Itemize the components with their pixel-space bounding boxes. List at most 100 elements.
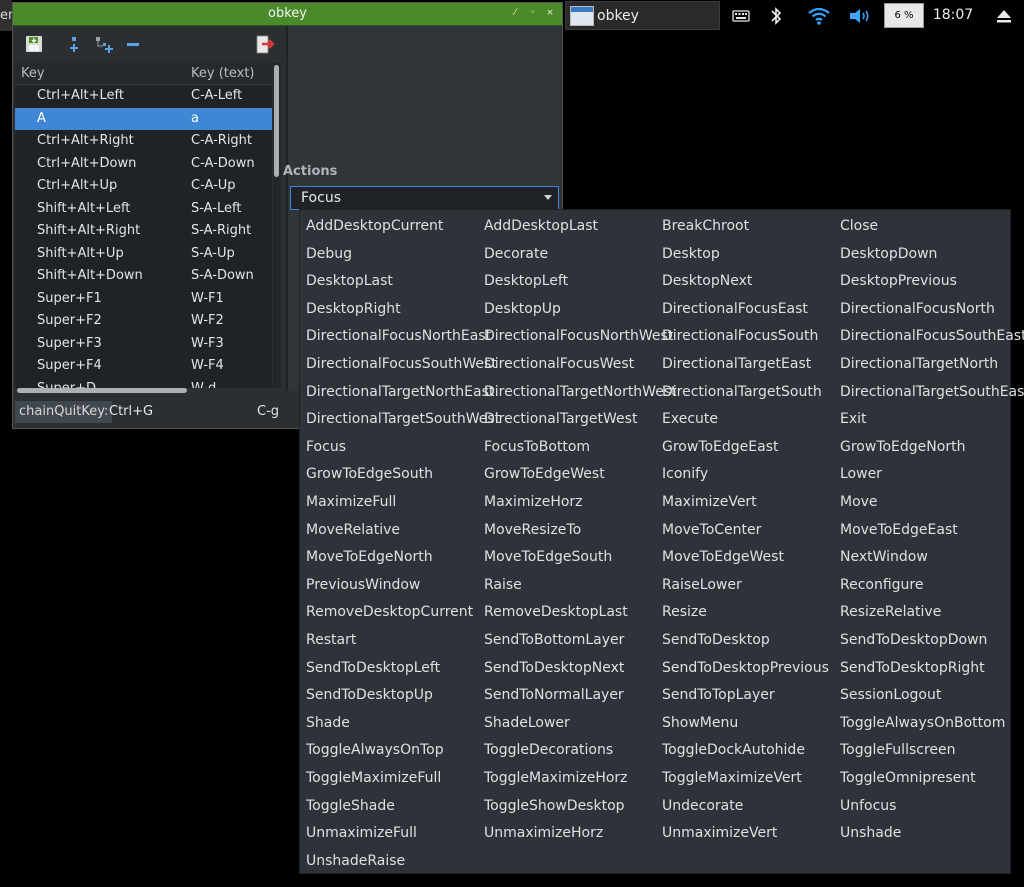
volume-icon[interactable] (846, 0, 874, 31)
dropdown-option[interactable]: Undecorate (662, 796, 743, 816)
chain-quit-key-value[interactable]: Ctrl+G (109, 401, 153, 423)
dropdown-option[interactable]: DirectionalFocusWest (484, 354, 634, 374)
table-row[interactable]: Ctrl+Alt+Down C-A-Down (15, 153, 272, 176)
dropdown-option[interactable]: DirectionalTargetNorth (840, 354, 998, 374)
dropdown-option[interactable]: Unfocus (840, 796, 896, 816)
table-row[interactable]: Shift+Alt+Down S-A-Down (15, 265, 272, 288)
dropdown-option[interactable]: GrowToEdgeEast (662, 437, 779, 457)
title-bar[interactable]: obkey ⁄ ◦ × (13, 3, 562, 26)
table-row[interactable]: Shift+Alt+Left S-A-Left (15, 198, 272, 221)
column-header-key[interactable]: Key (21, 63, 45, 84)
dropdown-option[interactable]: UnmaximizeHorz (484, 823, 603, 843)
save-icon[interactable] (24, 34, 44, 54)
table-row[interactable]: Ctrl+Alt+Up C-A-Up (15, 175, 272, 198)
dropdown-option[interactable]: DesktopUp (484, 299, 561, 319)
dropdown-option[interactable]: Execute (662, 409, 718, 429)
dropdown-option[interactable]: AddDesktopLast (484, 216, 598, 236)
dropdown-option[interactable]: Debug (306, 244, 352, 264)
dropdown-option[interactable]: SendToDesktopNext (484, 658, 624, 678)
cpu-monitor[interactable]: 6 % (884, 3, 924, 28)
table-row[interactable]: Super+F3 W-F3 (15, 333, 272, 356)
dropdown-option[interactable]: DirectionalFocusSouthEast (840, 326, 1024, 346)
dropdown-option[interactable]: ToggleFullscreen (840, 740, 956, 760)
dropdown-option[interactable]: Iconify (662, 464, 708, 484)
table-row[interactable]: Super+F1 W-F1 (15, 288, 272, 311)
dropdown-option[interactable]: ToggleMaximizeVert (662, 768, 802, 788)
dropdown-option[interactable]: ToggleOmnipresent (840, 768, 976, 788)
dropdown-option[interactable]: Exit (840, 409, 867, 429)
dropdown-option[interactable]: SendToDesktopLeft (306, 658, 440, 678)
scrollbar-thumb[interactable] (274, 65, 279, 177)
dropdown-option[interactable]: ToggleMaximizeHorz (484, 768, 628, 788)
dropdown-option[interactable]: GrowToEdgeSouth (306, 464, 433, 484)
panel-window-stub[interactable]: eni (0, 0, 12, 31)
chain-quit-key-text[interactable]: C-g (257, 401, 279, 423)
horizontal-scrollbar[interactable] (17, 388, 187, 393)
table-row[interactable]: Super+F4 W-F4 (15, 355, 272, 378)
dropdown-option[interactable]: SendToDesktopPrevious (662, 658, 829, 678)
dropdown-option[interactable]: MoveToEdgeNorth (306, 547, 433, 567)
dropdown-option[interactable]: SendToTopLayer (662, 685, 775, 705)
dropdown-option[interactable]: DesktopDown (840, 244, 937, 264)
table-row[interactable]: Aa (15, 107, 272, 130)
dropdown-option[interactable]: RemoveDesktopCurrent (306, 602, 473, 622)
dropdown-option[interactable]: DesktopPrevious (840, 271, 957, 291)
dropdown-option[interactable]: ToggleMaximizeFull (306, 768, 441, 788)
dropdown-option[interactable]: MaximizeHorz (484, 492, 583, 512)
dropdown-option[interactable]: ToggleShowDesktop (484, 796, 625, 816)
pane-separator[interactable] (286, 26, 288, 391)
table-row[interactable]: Shift+Alt+Up S-A-Up (15, 243, 272, 266)
dropdown-option[interactable]: Unshade (840, 823, 901, 843)
dropdown-option[interactable]: ToggleAlwaysOnBottom (840, 713, 1005, 733)
table-row[interactable]: Super+F2 W-F2 (15, 310, 272, 333)
remove-icon[interactable] (124, 34, 144, 54)
table-row[interactable]: Ctrl+Alt+Right C-A-Right (15, 130, 272, 153)
dropdown-option[interactable]: RemoveDesktopLast (484, 602, 628, 622)
dropdown-option[interactable]: RaiseLower (662, 575, 742, 595)
table-row[interactable]: Super+D W-d (15, 378, 272, 389)
dropdown-option[interactable]: DirectionalTargetNorthEast (306, 382, 494, 402)
dropdown-option[interactable]: ToggleAlwaysOnTop (306, 740, 444, 760)
maximize-button[interactable]: ◦ (527, 7, 539, 19)
dropdown-option[interactable]: Decorate (484, 244, 548, 264)
dropdown-option[interactable]: DirectionalFocusNorthEast (306, 326, 491, 346)
dropdown-option[interactable]: Desktop (662, 244, 720, 264)
vertical-scrollbar[interactable] (273, 63, 281, 388)
dropdown-option[interactable]: Restart (306, 630, 356, 650)
dropdown-option[interactable]: NextWindow (840, 547, 928, 567)
taskbar-button-obkey[interactable]: obkey (565, 1, 720, 30)
dropdown-option[interactable]: ToggleDecorations (484, 740, 613, 760)
dropdown-option[interactable]: DesktopRight (306, 299, 401, 319)
dropdown-option[interactable]: DesktopLeft (484, 271, 568, 291)
dropdown-option[interactable]: Move (840, 492, 878, 512)
action-select[interactable]: Focus (290, 186, 559, 210)
dropdown-option[interactable]: PreviousWindow (306, 575, 420, 595)
dropdown-option[interactable]: Lower (840, 464, 882, 484)
dropdown-option[interactable]: MoveRelative (306, 520, 400, 540)
dropdown-option[interactable]: SendToNormalLayer (484, 685, 624, 705)
dropdown-option[interactable]: DirectionalTargetNorthWest (484, 382, 677, 402)
dropdown-option[interactable]: UnmaximizeFull (306, 823, 417, 843)
close-button[interactable]: × (544, 7, 556, 19)
quit-icon[interactable] (254, 34, 275, 54)
table-row[interactable]: Ctrl+Alt+Left C-A-Left (15, 85, 272, 108)
dropdown-option[interactable]: DirectionalTargetSouth (662, 382, 822, 402)
dropdown-option[interactable]: MoveToEdgeWest (662, 547, 784, 567)
dropdown-option[interactable]: MaximizeVert (662, 492, 757, 512)
dropdown-option[interactable]: MoveToEdgeSouth (484, 547, 612, 567)
dropdown-option[interactable]: Reconfigure (840, 575, 924, 595)
dropdown-option[interactable]: DirectionalFocusEast (662, 299, 808, 319)
dropdown-option[interactable]: SessionLogout (840, 685, 941, 705)
dropdown-option[interactable]: ShadeLower (484, 713, 570, 733)
dropdown-option[interactable]: GrowToEdgeNorth (840, 437, 965, 457)
add-key-icon[interactable] (64, 34, 84, 54)
dropdown-option[interactable]: SendToDesktop (662, 630, 770, 650)
table-row[interactable]: Shift+Alt+Right S-A-Right (15, 220, 272, 243)
keyboard-icon[interactable] (729, 0, 753, 31)
dropdown-option[interactable]: MoveResizeTo (484, 520, 581, 540)
wifi-icon[interactable] (805, 0, 833, 31)
dropdown-option[interactable]: DirectionalTargetWest (484, 409, 637, 429)
dropdown-option[interactable]: Shade (306, 713, 350, 733)
dropdown-option[interactable]: DirectionalFocusNorthWest (484, 326, 673, 346)
dropdown-option[interactable]: DirectionalFocusNorth (840, 299, 995, 319)
